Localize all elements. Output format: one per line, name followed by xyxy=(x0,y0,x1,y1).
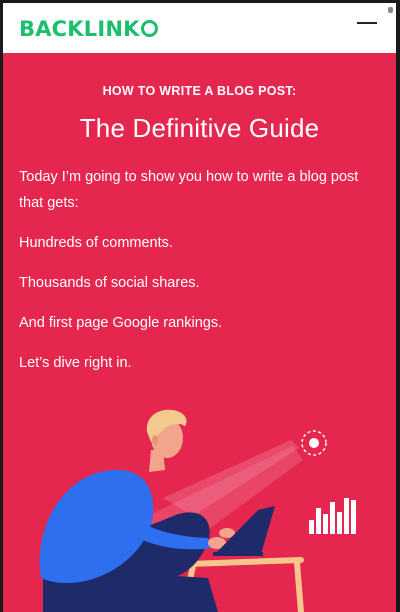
backlinko-logo[interactable]: BACKLINK xyxy=(19,17,158,41)
hero-kicker: HOW TO WRITE A BLOG POST: xyxy=(102,84,297,98)
logo-ring-icon xyxy=(140,20,158,37)
site-header: BACKLINK xyxy=(3,3,396,53)
scrollbar-thumb[interactable] xyxy=(388,7,393,13)
intro-paragraph: Today I’m going to show you how to write… xyxy=(19,169,359,211)
page-viewport: BACKLINK HOW TO WRITE A BLOG POST: The D… xyxy=(3,3,396,612)
target-icon xyxy=(301,430,327,456)
page-title: The Definitive Guide xyxy=(79,113,320,143)
menu-line xyxy=(357,22,377,24)
ear xyxy=(152,435,158,445)
laptop-base xyxy=(213,552,263,556)
hero-illustration xyxy=(39,409,356,612)
bar-chart-icon xyxy=(309,498,356,534)
person-figure xyxy=(39,409,275,612)
logo-text: BACKLINK xyxy=(19,17,140,41)
list-item-comments: Hundreds of comments. xyxy=(19,235,173,251)
dive-in-text: Let’s dive right in. xyxy=(19,355,132,371)
hamburger-menu-icon[interactable] xyxy=(357,18,379,32)
list-item-rankings: And first page Google rankings. xyxy=(19,315,223,331)
list-item-shares: Thousands of social shares. xyxy=(19,275,200,291)
